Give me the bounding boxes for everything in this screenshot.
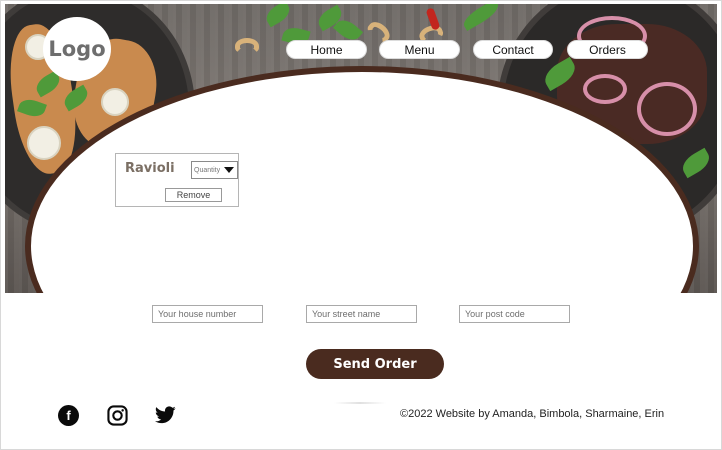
facebook-icon[interactable]: f	[58, 405, 79, 426]
herb-leaf	[460, 4, 502, 32]
house-number-input[interactable]	[152, 305, 263, 323]
nav-menu-button[interactable]: Menu	[379, 40, 460, 59]
twitter-icon[interactable]	[154, 404, 176, 426]
onion-ring	[583, 74, 627, 104]
street-name-input[interactable]	[306, 305, 417, 323]
nav-contact-button[interactable]: Contact	[473, 40, 553, 59]
herb-leaf	[262, 4, 294, 28]
mushroom	[101, 88, 129, 116]
page-frame: Logo Home Menu Contact Orders Ravioli Qu…	[0, 0, 722, 450]
chevron-down-icon	[224, 167, 234, 173]
onion-ring	[637, 82, 697, 136]
quantity-select[interactable]: Quantity	[191, 161, 238, 179]
divider	[334, 402, 386, 404]
nav-home-button[interactable]: Home	[286, 40, 367, 59]
quantity-label: Quantity	[194, 166, 221, 174]
copyright-text: ©2022 Website by Amanda, Bimbola, Sharma…	[400, 408, 665, 420]
mushroom	[27, 126, 61, 160]
nav-orders-button[interactable]: Orders	[567, 40, 648, 59]
cashew	[235, 38, 259, 54]
cart-item-name: Ravioli	[125, 161, 175, 176]
send-order-button[interactable]: Send Order	[306, 349, 444, 379]
remove-button[interactable]: Remove	[165, 188, 222, 202]
post-code-input[interactable]	[459, 305, 570, 323]
instagram-icon[interactable]	[106, 404, 128, 426]
logo[interactable]: Logo	[43, 17, 111, 81]
cart-item-card: Ravioli Quantity Remove	[115, 153, 239, 207]
